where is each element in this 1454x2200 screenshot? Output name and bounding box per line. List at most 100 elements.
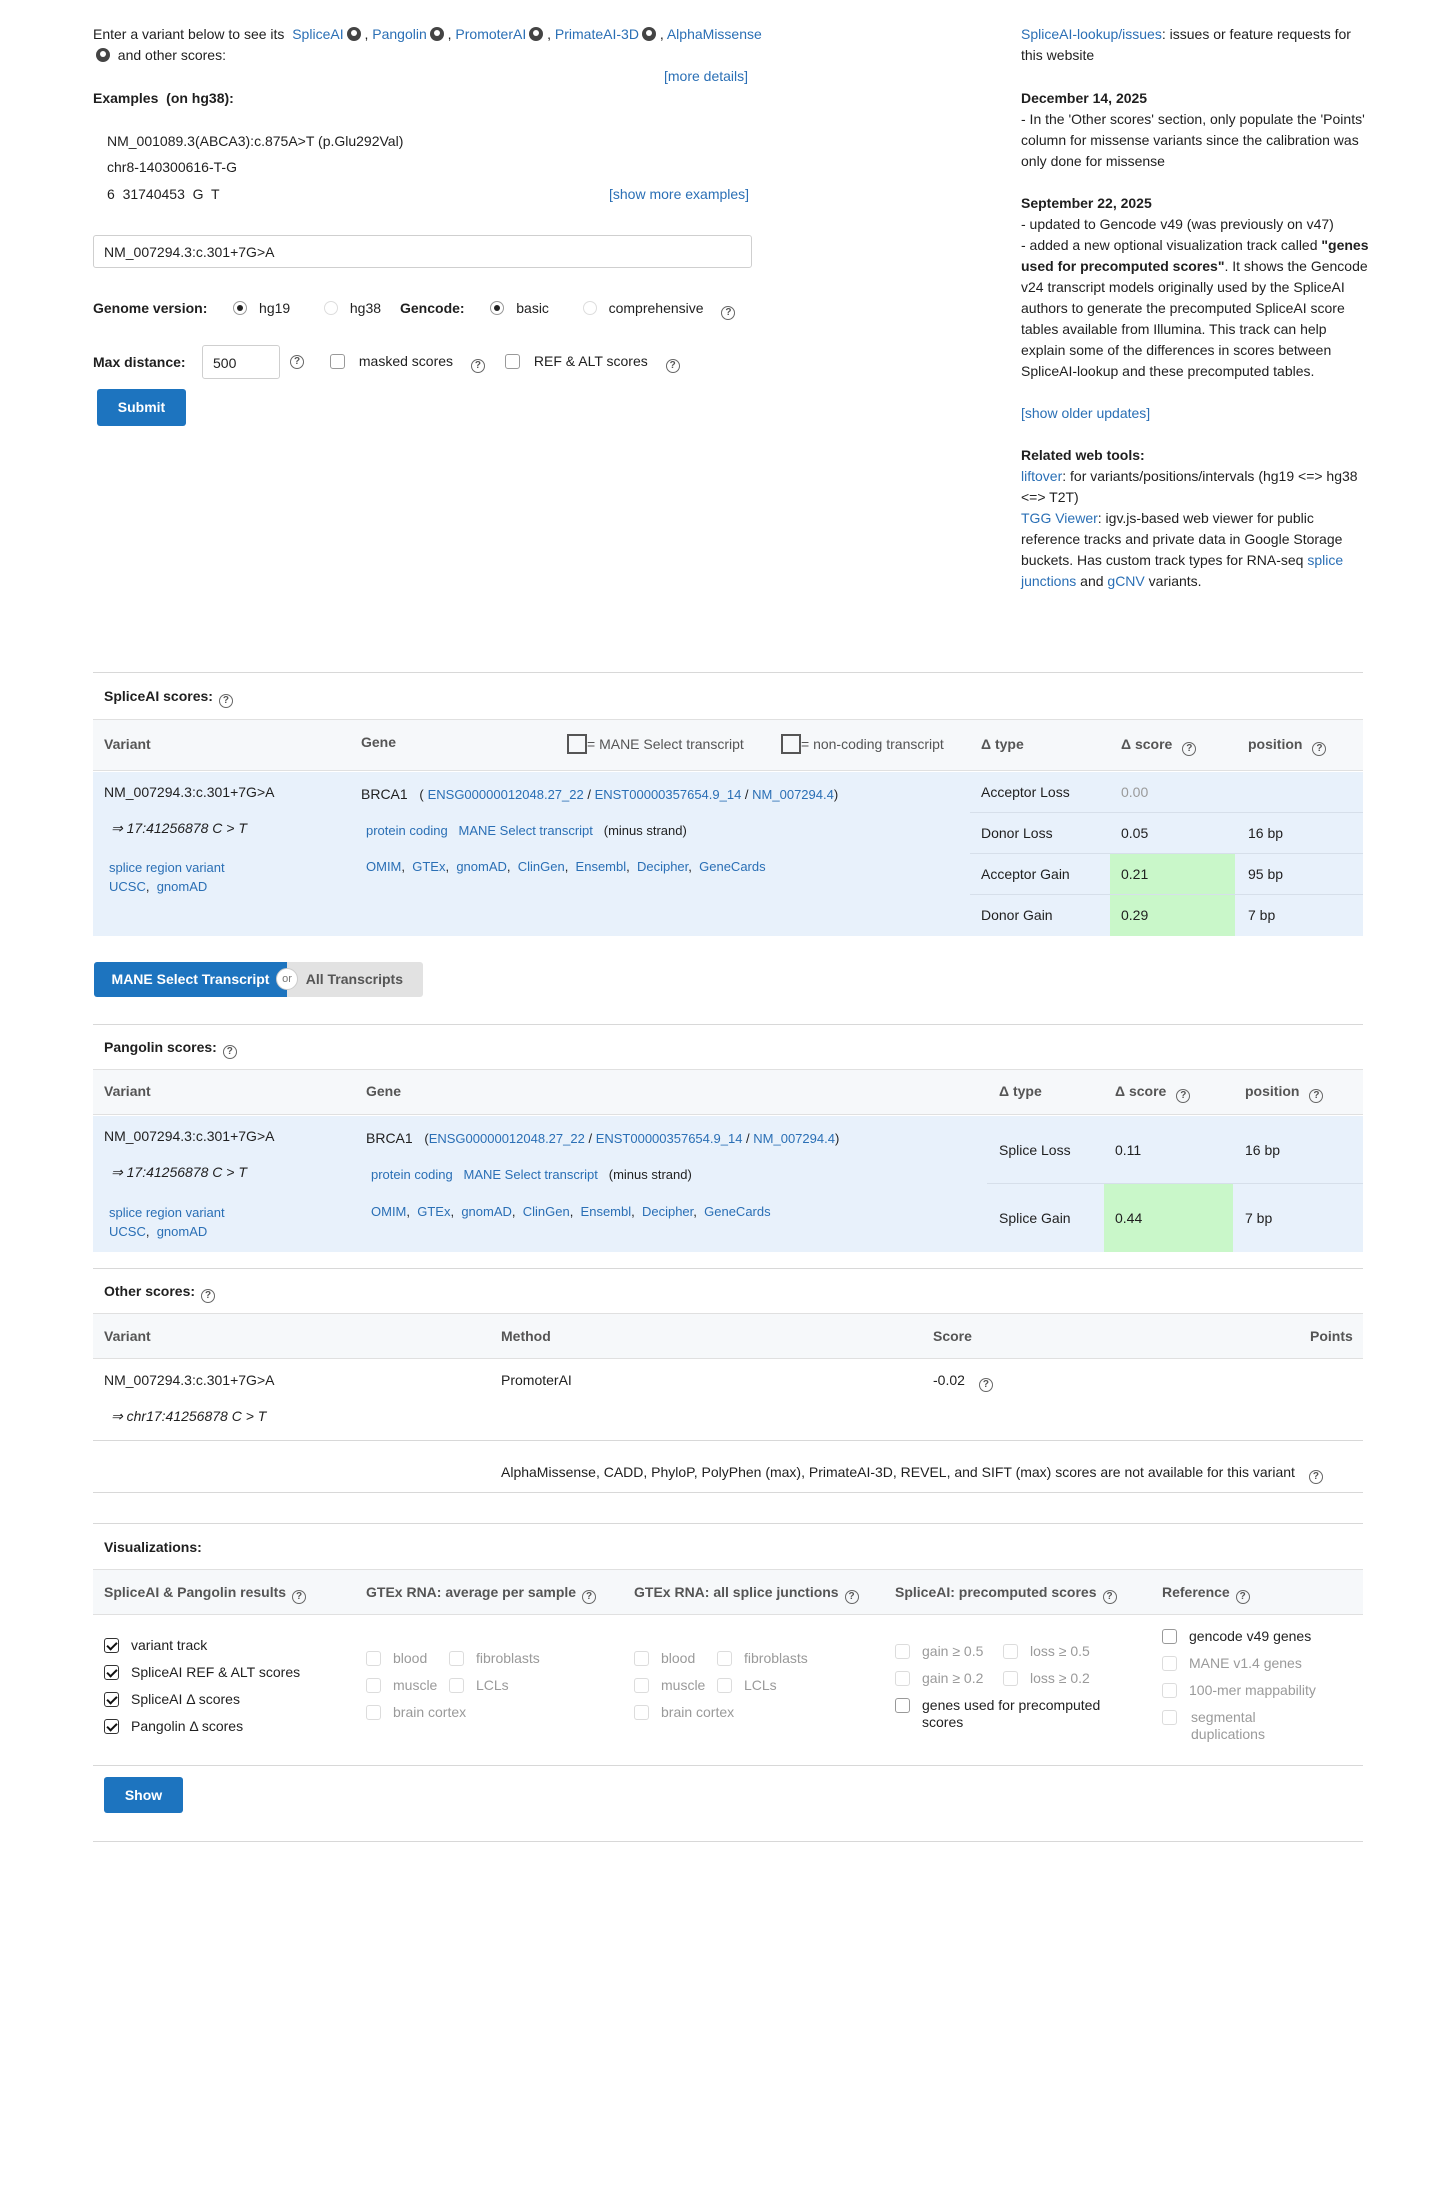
masked-scores-option[interactable]: masked scores ? <box>330 353 485 373</box>
viz-option[interactable]: variant track <box>104 1637 207 1653</box>
help-icon[interactable]: ? <box>1235 1590 1250 1604</box>
primateai-link[interactable]: PrimateAI-3D <box>555 26 639 42</box>
genecards-link[interactable]: GeneCards <box>704 1204 770 1219</box>
example-item[interactable]: chr8-140300616-T-G <box>107 159 237 175</box>
help-icon[interactable]: ? <box>1309 1089 1324 1103</box>
biotype-link[interactable]: protein coding <box>371 1167 453 1182</box>
viz-checkbox[interactable] <box>895 1671 910 1686</box>
viz-checkbox[interactable] <box>895 1698 910 1713</box>
viz-option[interactable]: SpliceAI Δ scores <box>104 1691 240 1707</box>
max-distance-input[interactable]: 500 <box>202 345 280 379</box>
biotype-link[interactable]: protein coding <box>366 823 448 838</box>
github-icon[interactable] <box>96 48 110 62</box>
viz-option[interactable]: Pangolin Δ scores <box>104 1718 243 1734</box>
viz-checkbox[interactable] <box>634 1705 649 1720</box>
promoterai-link[interactable]: PromoterAI <box>455 26 526 42</box>
github-icon[interactable] <box>346 27 361 41</box>
ensg-link[interactable]: ENSG00000012048.27_22 <box>428 787 584 802</box>
viz-checkbox[interactable] <box>1162 1629 1177 1644</box>
gtex-link[interactable]: GTEx <box>412 859 445 874</box>
enst-link[interactable]: ENST00000357654.9_14 <box>595 787 742 802</box>
show-button[interactable]: Show <box>104 1777 183 1813</box>
variant-search-input[interactable]: NM_007294.3:c.301+7G>A <box>93 235 752 268</box>
github-icon[interactable] <box>529 27 544 41</box>
mane-link[interactable]: MANE Select transcript <box>459 823 593 838</box>
gtex-link[interactable]: GTEx <box>417 1204 450 1219</box>
github-icon[interactable] <box>641 27 656 41</box>
decipher-link[interactable]: Decipher <box>642 1204 693 1219</box>
viz-checkbox[interactable] <box>104 1692 119 1707</box>
omim-link[interactable]: OMIM <box>371 1204 406 1219</box>
github-icon[interactable] <box>429 27 444 41</box>
more-details-link[interactable]: [more details] <box>664 68 748 84</box>
submit-button[interactable]: Submit <box>97 389 186 426</box>
genecards-link[interactable]: GeneCards <box>699 859 765 874</box>
clingen-link[interactable]: ClinGen <box>518 859 565 874</box>
refseq-link[interactable]: NM_007294.4 <box>752 787 834 802</box>
all-transcripts-toggle-button[interactable]: All Transcripts <box>287 962 423 997</box>
viz-option[interactable]: genes used for precomputed scores <box>895 1697 1135 1731</box>
viz-option[interactable]: 100-mer mappability <box>1162 1682 1316 1698</box>
masked-scores-checkbox[interactable] <box>330 354 345 369</box>
gnomad-link[interactable]: gnomAD <box>157 879 208 894</box>
help-icon[interactable]: ? <box>978 1378 993 1392</box>
viz-checkbox[interactable] <box>1162 1656 1177 1671</box>
spliceai-link[interactable]: SpliceAI <box>292 26 343 42</box>
viz-option[interactable]: loss ≥ 0.2 <box>1003 1670 1090 1686</box>
alphamissense-link[interactable]: AlphaMissense <box>667 26 762 42</box>
viz-option[interactable]: fibroblasts <box>449 1650 540 1666</box>
viz-option[interactable]: brain cortex <box>634 1704 734 1720</box>
help-icon[interactable]: ? <box>721 306 736 320</box>
help-icon[interactable]: ? <box>201 1289 216 1303</box>
viz-option[interactable]: muscle <box>366 1677 437 1693</box>
ensembl-link[interactable]: Ensembl <box>576 859 627 874</box>
help-icon[interactable]: ? <box>292 1590 307 1604</box>
hg38-radio[interactable] <box>323 301 338 315</box>
ensg-link[interactable]: ENSG00000012048.27_22 <box>429 1131 585 1146</box>
viz-checkbox[interactable] <box>717 1678 732 1693</box>
help-icon[interactable]: ? <box>470 359 485 373</box>
example-item[interactable]: NM_001089.3(ABCA3):c.875A>T (p.Glu292Val… <box>107 133 403 149</box>
clingen-link[interactable]: ClinGen <box>523 1204 570 1219</box>
help-icon[interactable]: ? <box>218 694 233 708</box>
help-icon[interactable]: ? <box>1312 742 1327 756</box>
viz-option[interactable]: SpliceAI REF & ALT scores <box>104 1664 300 1680</box>
ref-alt-checkbox[interactable] <box>505 354 520 369</box>
viz-checkbox[interactable] <box>366 1651 381 1666</box>
ensembl-link[interactable]: Ensembl <box>581 1204 632 1219</box>
show-more-examples-link[interactable]: [show more examples] <box>609 186 749 202</box>
viz-checkbox[interactable] <box>366 1678 381 1693</box>
viz-checkbox[interactable] <box>634 1651 649 1666</box>
ucsc-link[interactable]: UCSC <box>109 879 146 894</box>
viz-option[interactable]: muscle <box>634 1677 705 1693</box>
viz-checkbox[interactable] <box>449 1678 464 1693</box>
viz-option[interactable]: loss ≥ 0.5 <box>1003 1643 1090 1659</box>
viz-checkbox[interactable] <box>449 1651 464 1666</box>
consequence-link[interactable]: splice region variant <box>109 1205 225 1220</box>
tgg-viewer-link[interactable]: TGG Viewer <box>1021 510 1098 526</box>
viz-checkbox[interactable] <box>104 1719 119 1734</box>
example-item[interactable]: 6 31740453 G T <box>107 186 220 202</box>
help-icon[interactable]: ? <box>1308 1470 1323 1484</box>
viz-checkbox[interactable] <box>1003 1671 1018 1686</box>
gcnv-link[interactable]: gCNV <box>1107 573 1144 589</box>
viz-option[interactable]: blood <box>634 1650 695 1666</box>
viz-option[interactable]: blood <box>366 1650 427 1666</box>
mane-toggle-button[interactable]: MANE Select Transcript <box>94 962 287 997</box>
gnomad-gene-link[interactable]: gnomAD <box>456 859 507 874</box>
basic-radio[interactable] <box>490 301 505 315</box>
ucsc-link[interactable]: UCSC <box>109 1224 146 1239</box>
viz-checkbox[interactable] <box>104 1665 119 1680</box>
help-icon[interactable]: ? <box>1182 742 1197 756</box>
viz-checkbox[interactable] <box>634 1678 649 1693</box>
viz-option[interactable]: gain ≥ 0.5 <box>895 1643 983 1659</box>
help-icon[interactable]: ? <box>290 355 304 369</box>
gnomad-gene-link[interactable]: gnomAD <box>461 1204 512 1219</box>
omim-link[interactable]: OMIM <box>366 859 401 874</box>
help-icon[interactable]: ? <box>844 1590 859 1604</box>
viz-option[interactable]: LCLs <box>717 1677 777 1693</box>
help-icon[interactable]: ? <box>222 1045 237 1059</box>
help-icon[interactable]: ? <box>665 359 680 373</box>
pangolin-link[interactable]: Pangolin <box>372 26 427 42</box>
viz-checkbox[interactable] <box>895 1644 910 1659</box>
